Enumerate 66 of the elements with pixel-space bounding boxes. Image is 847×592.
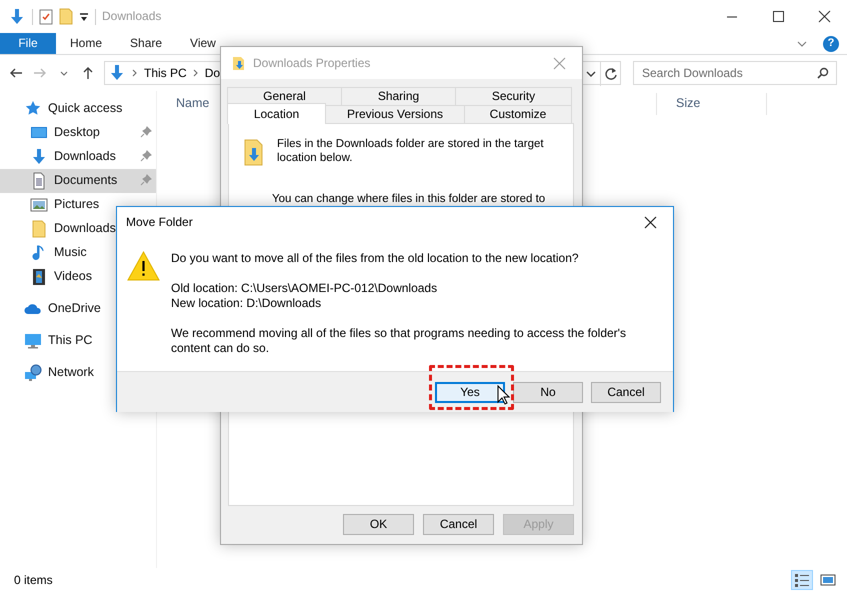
location-text: Old location: C:\Users\AOMEI-PC-012\Downloads [171, 281, 438, 296]
chevron-down-icon [60, 70, 68, 76]
folder-icon [30, 220, 48, 238]
ribbon-file-tab[interactable]: File [0, 33, 56, 54]
network-globe-icon [24, 364, 42, 382]
maximize-icon [770, 9, 786, 24]
column-header[interactable]: Size [657, 93, 767, 115]
info-text: Files in the Downloads folder are stored in the target location below. [277, 138, 545, 166]
sidebar-item[interactable]: Desktop [0, 121, 156, 145]
download-arrow-icon[interactable] [8, 8, 26, 26]
dialog-tab[interactable]: Customize [464, 105, 572, 123]
sidebar-item[interactable]: Quick access [0, 97, 156, 121]
monitor-icon [24, 332, 42, 350]
sidebar-item[interactable]: Videos [0, 265, 156, 289]
dialog-title: Move Folder [126, 214, 193, 230]
cursor-icon [497, 385, 510, 405]
dialog-tab[interactable]: Security [455, 87, 572, 105]
search-field[interactable]: Search Downloads [633, 61, 837, 85]
dialog-button[interactable]: Yes [435, 382, 505, 402]
folder-download-icon [231, 55, 247, 71]
download-arrow-icon [108, 64, 126, 82]
question-text: Do you want to move all of the files from the old location to the new location? [171, 251, 580, 266]
address-segment[interactable]: This PC [144, 66, 187, 80]
window-title: Downloads [102, 9, 162, 24]
dialog-button[interactable]: Cancel [423, 514, 494, 535]
folder-download-icon [243, 138, 265, 166]
dialog-button[interactable]: OK [343, 514, 414, 535]
close-icon [644, 216, 656, 228]
ribbon-tab[interactable]: Home [56, 33, 116, 54]
details-view-icon [794, 572, 810, 588]
sidebar-item[interactable]: Music [0, 241, 156, 265]
download-arrow-icon [30, 148, 48, 166]
refresh-icon [604, 67, 618, 81]
info-text: You can change where files in this folder are stored to [272, 192, 546, 206]
location-text: New location: D:\Downloads [171, 296, 322, 311]
minimize-icon [727, 16, 737, 18]
warning-icon [127, 251, 160, 281]
ribbon-tab[interactable]: Share [116, 33, 176, 54]
details-view-button[interactable] [791, 570, 813, 590]
close-icon [552, 56, 566, 70]
chevron-right-icon [132, 69, 138, 77]
chevron-down-icon[interactable] [797, 40, 807, 48]
sidebar-item[interactable]: Downloads [0, 145, 156, 169]
address-segment[interactable]: Do [204, 66, 220, 80]
ribbon-tab[interactable]: View [176, 33, 230, 54]
picture-icon [30, 196, 48, 214]
dialog-tab[interactable]: Sharing [341, 87, 456, 105]
sidebar-item[interactable]: OneDrive [0, 297, 156, 321]
close-icon [816, 9, 832, 24]
sidebar-item[interactable]: This PC [0, 329, 156, 353]
sidebar-item[interactable]: Network [0, 361, 156, 385]
search-icon [817, 67, 829, 79]
checklist-icon[interactable] [39, 8, 53, 24]
dialog-tab[interactable]: Location [227, 103, 326, 124]
dialog-button[interactable]: Cancel [591, 382, 661, 402]
sidebar-item[interactable]: Documents [0, 169, 156, 193]
item-count: 0 items [14, 572, 53, 588]
large-icons-view-icon [820, 572, 836, 588]
chevron-right-icon [192, 69, 199, 77]
help-button[interactable]: ? [823, 36, 839, 52]
recommendation-text: We recommend moving all of the files so that programs needing to access the folder's content can do so. [171, 326, 627, 356]
dialog-button[interactable]: No [513, 382, 583, 402]
dialog-title: Downloads Properties [253, 56, 370, 70]
dialog-tab[interactable]: General [227, 87, 342, 105]
film-icon [30, 268, 48, 286]
sidebar-item[interactable]: Pictures [0, 193, 156, 217]
